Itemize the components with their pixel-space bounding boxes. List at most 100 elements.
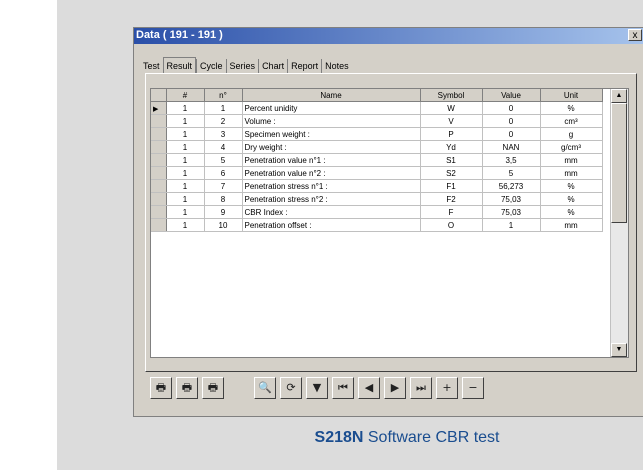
table-cell[interactable]: 5 xyxy=(204,153,243,167)
table-cell[interactable]: 2 xyxy=(204,114,243,128)
table-row[interactable]: 1 3 Specimen weight :P0g xyxy=(151,127,603,141)
print-setup-icon[interactable]: 🖶 xyxy=(202,377,224,399)
table-cell[interactable]: Specimen weight : xyxy=(242,127,421,141)
tab-cycle[interactable]: Cycle xyxy=(196,59,226,73)
scroll-down-icon[interactable]: ▼ xyxy=(611,343,627,357)
column-header[interactable]: Symbol xyxy=(420,89,483,102)
table-cell[interactable]: 7 xyxy=(204,179,243,193)
row-indicator[interactable] xyxy=(151,153,167,167)
table-row[interactable]: 1 10 Penetration offset : O 1 mm xyxy=(151,218,603,232)
table-cell[interactable]: 3 xyxy=(204,127,243,141)
table-cell[interactable]: F2 xyxy=(420,192,483,206)
table-cell[interactable]: 9 xyxy=(204,205,243,219)
filter-icon[interactable]: ▼ xyxy=(306,377,328,399)
table-cell[interactable]: 1 xyxy=(482,218,541,232)
table-row[interactable]: 1 5 Penetration value n°1 : S1 3,5 mm xyxy=(151,153,603,167)
table-cell[interactable]: 75,03 xyxy=(482,205,541,219)
table-cell[interactable]: 56,273 xyxy=(482,179,541,193)
table-cell[interactable]: Percent unidity xyxy=(242,101,421,115)
table-cell[interactable]: g xyxy=(540,127,603,141)
table-cell[interactable]: mm xyxy=(540,166,603,180)
table-cell[interactable]: 1 xyxy=(166,140,205,154)
tab-notes[interactable]: Notes xyxy=(321,59,352,73)
table-cell[interactable]: CBR Index : xyxy=(242,205,421,219)
table-row[interactable]: 1 8 Penetration stress n°2 : F2 75,03% xyxy=(151,192,603,206)
table-cell[interactable]: 75,03 xyxy=(482,192,541,206)
table-cell[interactable]: Penetration value n°1 : xyxy=(242,153,421,167)
table-row[interactable]: 1 2 Volume : V 0 cm³ xyxy=(151,114,603,128)
table-cell[interactable]: S1 xyxy=(420,153,483,167)
table-cell[interactable]: 1 xyxy=(166,218,205,232)
row-indicator[interactable] xyxy=(151,218,167,232)
table-cell[interactable]: Penetration stress n°1 : xyxy=(242,179,421,193)
table-cell[interactable]: 1 xyxy=(166,205,205,219)
table-cell[interactable]: 1 xyxy=(166,114,205,128)
tab-result[interactable]: Result xyxy=(162,57,197,74)
row-indicator[interactable] xyxy=(151,127,167,141)
tab-report[interactable]: Report xyxy=(287,59,321,73)
table-cell[interactable]: O xyxy=(420,218,483,232)
tab-test[interactable]: Test xyxy=(140,59,163,73)
delete-record-icon[interactable]: − xyxy=(462,377,484,399)
table-cell[interactable]: 10 xyxy=(204,218,243,232)
table-row[interactable]: 1 7 Penetration stress n°1 : F1 56,273% xyxy=(151,179,603,193)
table-cell[interactable]: % xyxy=(540,205,603,219)
column-header[interactable]: n° xyxy=(204,89,243,102)
row-indicator[interactable] xyxy=(151,205,167,219)
first-record-icon[interactable]: ⏮ xyxy=(332,377,354,399)
table-cell[interactable]: F xyxy=(420,205,483,219)
print-icon[interactable]: 🖶 xyxy=(150,377,172,399)
table-cell[interactable]: Penetration offset : xyxy=(242,218,421,232)
add-record-icon[interactable]: + xyxy=(436,377,458,399)
find-icon[interactable]: 🔍 xyxy=(254,377,276,399)
vertical-scrollbar[interactable]: ▲ ▼ xyxy=(610,89,628,357)
column-header[interactable]: # xyxy=(166,89,205,102)
last-record-icon[interactable]: ⏭ xyxy=(410,377,432,399)
table-cell[interactable]: Volume : xyxy=(242,114,421,128)
table-row[interactable]: ▶ 1 1 Percent unidity W 0% xyxy=(151,101,603,115)
table-cell[interactable]: 1 xyxy=(166,192,205,206)
table-cell[interactable]: 0 xyxy=(482,101,541,115)
table-cell[interactable]: S2 xyxy=(420,166,483,180)
table-cell[interactable]: % xyxy=(540,101,603,115)
table-cell[interactable]: Penetration value n°2 : xyxy=(242,166,421,180)
table-cell[interactable]: 1 xyxy=(166,127,205,141)
table-cell[interactable]: Penetration stress n°2 : xyxy=(242,192,421,206)
column-header[interactable]: Name xyxy=(242,89,421,102)
tab-series[interactable]: Series xyxy=(225,59,259,73)
column-header[interactable]: Value xyxy=(482,89,541,102)
table-cell[interactable]: 1 xyxy=(166,101,205,115)
tab-chart[interactable]: Chart xyxy=(258,59,287,73)
table-cell[interactable]: V xyxy=(420,114,483,128)
table-cell[interactable]: 0 xyxy=(482,127,541,141)
table-cell[interactable]: % xyxy=(540,192,603,206)
table-cell[interactable]: 5 xyxy=(482,166,541,180)
table-cell[interactable]: cm³ xyxy=(540,114,603,128)
table-cell[interactable]: W xyxy=(420,101,483,115)
table-cell[interactable]: 6 xyxy=(204,166,243,180)
row-indicator[interactable] xyxy=(151,140,167,154)
close-button[interactable]: x xyxy=(628,29,642,41)
table-cell[interactable]: 1 xyxy=(166,166,205,180)
table-cell[interactable]: mm xyxy=(540,153,603,167)
row-indicator[interactable] xyxy=(151,179,167,193)
scroll-thumb[interactable] xyxy=(611,103,627,223)
table-cell[interactable]: 1 xyxy=(166,179,205,193)
print-preview-icon[interactable]: 🖶 xyxy=(176,377,198,399)
row-indicator[interactable] xyxy=(151,114,167,128)
scroll-up-icon[interactable]: ▲ xyxy=(611,89,627,103)
next-record-icon[interactable]: ▶ xyxy=(384,377,406,399)
refresh-icon[interactable]: ⟳ xyxy=(280,377,302,399)
table-row[interactable]: 1 9 CBR Index : F 75,03% xyxy=(151,205,603,219)
table-cell[interactable]: 3,5 xyxy=(482,153,541,167)
table-cell[interactable]: 0 xyxy=(482,114,541,128)
title-bar[interactable]: Data ( 191 - 191 ) x xyxy=(134,28,643,44)
column-header[interactable]: Unit xyxy=(540,89,603,102)
table-cell[interactable]: P xyxy=(420,127,483,141)
table-cell[interactable]: g/cm³ xyxy=(540,140,603,154)
table-cell[interactable]: NAN xyxy=(482,140,541,154)
row-indicator[interactable] xyxy=(151,192,167,206)
table-cell[interactable]: 1 xyxy=(204,101,243,115)
table-cell[interactable]: Dry weight : xyxy=(242,140,421,154)
current-row-indicator-icon[interactable]: ▶ xyxy=(151,101,167,115)
